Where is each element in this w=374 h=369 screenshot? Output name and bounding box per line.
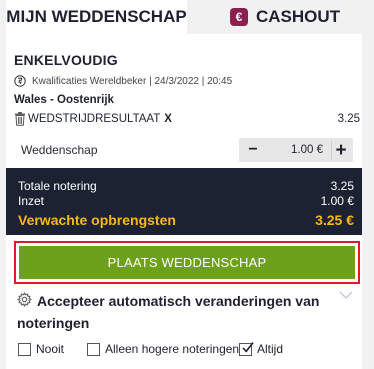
checkbox-always[interactable]: [239, 341, 254, 356]
option-never-label: Nooit: [36, 342, 65, 356]
event-info-text: Kwalificaties Wereldbeker | 24/3/2022 | …: [32, 75, 233, 87]
match-name: Wales - Oostenrijk: [14, 94, 114, 106]
stake-input[interactable]: 1.00 €: [271, 144, 323, 156]
trash-icon[interactable]: [14, 112, 26, 126]
chevron-down-icon[interactable]: [339, 290, 353, 300]
football-icon: [14, 75, 26, 87]
stake-label: Weddenschap: [21, 143, 98, 157]
plus-icon[interactable]: +: [333, 141, 349, 160]
total-odds-value: 3.25: [330, 179, 354, 193]
place-bet-button[interactable]: PLAATS WEDDENSCHAP: [19, 246, 355, 279]
bet-tabs: MIJN WEDDENSCHAP € CASHOUT: [0, 0, 374, 34]
bet-summary: Totale notering 3.25 Inzet 1.00 € Verwac…: [6, 168, 362, 235]
selection-market: WEDSTRIJDRESULTAAT: [28, 113, 161, 125]
selection-row: WEDSTRIJDRESULTAAT X 3.25: [14, 111, 360, 127]
total-odds-label: Totale notering: [18, 179, 97, 193]
option-never[interactable]: Nooit: [18, 342, 64, 356]
odds-change-options: Nooit Alleen hogere noteringen Altijd: [18, 341, 358, 358]
checkbox-higher-only[interactable]: [87, 342, 100, 356]
stake-summary-row: Inzet 1.00 €: [18, 194, 354, 208]
total-odds-row: Totale notering 3.25: [18, 179, 354, 193]
tab-cashout-label: CASHOUT: [255, 7, 341, 26]
betslip-panel: ENKELVOUDIG Kwalificaties Wereldbeker | …: [6, 34, 362, 369]
stake-divider: [331, 140, 332, 160]
odds-change-text: Accepteer automatisch veranderingen van …: [17, 293, 320, 331]
place-bet-highlight: PLAATS WEDDENSCHAP: [14, 241, 360, 284]
stake-row: Weddenschap − 1.00 € +: [6, 137, 362, 163]
selection-odds: 3.25: [337, 113, 360, 125]
selection-pick: X: [164, 113, 172, 125]
checkmark-icon: [242, 341, 254, 353]
expected-return-value: 3.25 €: [315, 212, 354, 228]
expected-return-label: Verwachte opbrengsten: [18, 212, 176, 228]
option-always[interactable]: Altijd: [239, 341, 284, 356]
gear-icon: [17, 292, 32, 307]
euro-icon: €: [229, 8, 248, 26]
tab-cashout[interactable]: € CASHOUT: [200, 0, 370, 34]
option-always-label: Altijd: [257, 342, 284, 356]
option-higher-only[interactable]: Alleen hogere noteringen: [87, 342, 239, 356]
tab-my-bet-label: MIJN WEDDENSCHAP: [6, 7, 187, 26]
bet-type-heading: ENKELVOUDIG: [14, 52, 118, 68]
place-bet-label: PLAATS WEDDENSCHAP: [107, 255, 267, 270]
checkbox-never[interactable]: [18, 342, 31, 356]
expected-return-row: Verwachte opbrengsten 3.25 €: [18, 212, 354, 228]
stake-summary-label: Inzet: [18, 194, 45, 208]
minus-icon[interactable]: −: [245, 142, 261, 158]
option-higher-only-label: Alleen hogere noteringen: [105, 342, 240, 356]
tab-my-bet[interactable]: MIJN WEDDENSCHAP: [6, 0, 187, 34]
event-info: Kwalificaties Wereldbeker | 24/3/2022 | …: [14, 75, 232, 87]
stake-summary-value: 1.00 €: [320, 194, 354, 208]
stake-stepper: − 1.00 € +: [239, 138, 353, 162]
